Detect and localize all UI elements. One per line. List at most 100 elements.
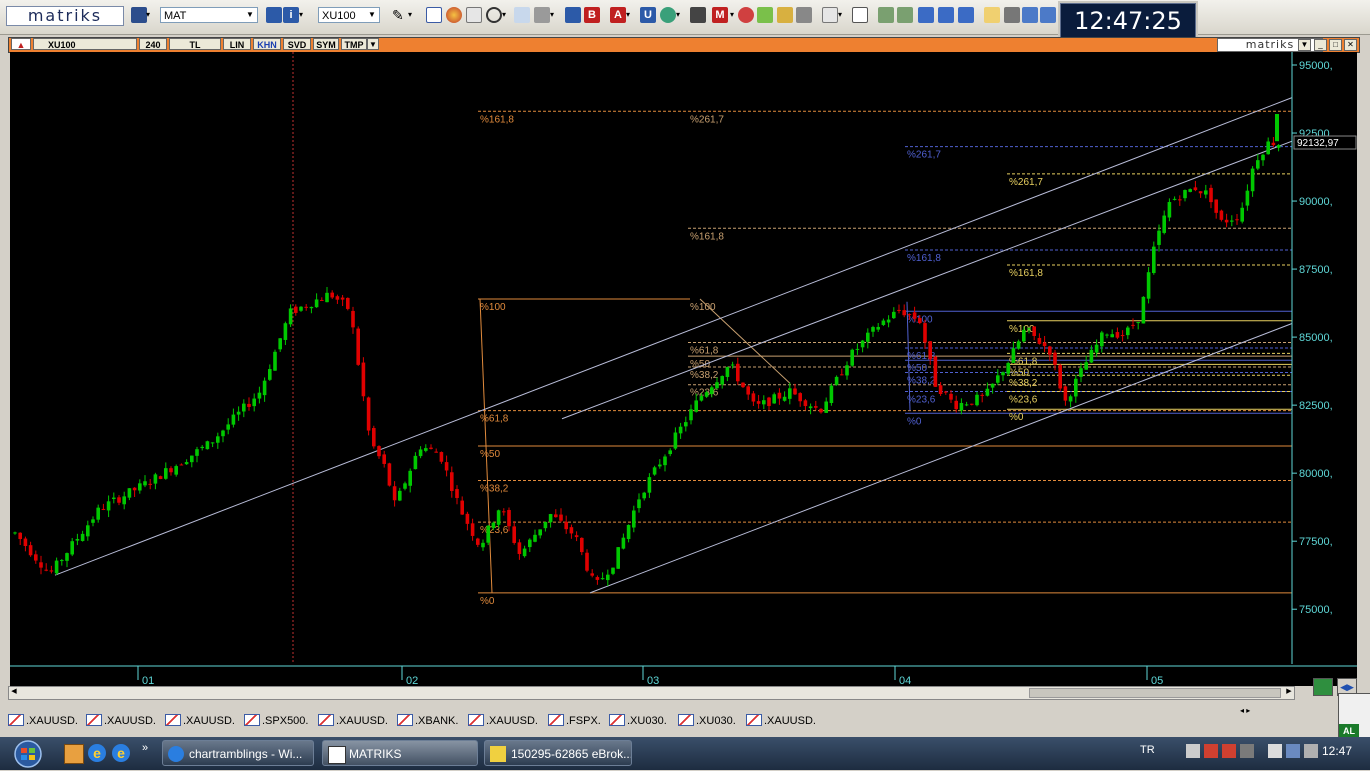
scroll-thumb[interactable] bbox=[1029, 688, 1281, 698]
window-icon[interactable] bbox=[266, 7, 282, 23]
chart-canvas[interactable]: %161,8%100%61,8%50%38,2%23,6%0%261,7%161… bbox=[10, 52, 1357, 686]
price-tick-label: 95000, bbox=[1299, 60, 1333, 72]
symbol-tab[interactable]: .SPX500. bbox=[244, 714, 308, 728]
alert-icon[interactable]: AL bbox=[1338, 693, 1370, 739]
news-icon[interactable] bbox=[777, 7, 793, 23]
close-icon[interactable]: ✕ bbox=[1344, 39, 1357, 51]
taskbar-item-matriks[interactable]: MATRIKS bbox=[322, 740, 478, 766]
symbol-tab[interactable]: .XAUUSD. bbox=[8, 714, 78, 728]
chevron-down-icon[interactable]: ▼ bbox=[367, 38, 379, 50]
chart-icon[interactable] bbox=[426, 7, 442, 23]
print-icon[interactable] bbox=[1004, 7, 1020, 23]
tmp-button[interactable]: TMP bbox=[341, 38, 367, 50]
network-icon[interactable] bbox=[1286, 744, 1300, 758]
window-menu-icon[interactable]: ▼ bbox=[1298, 39, 1311, 51]
scroll-left-icon[interactable]: ◀ bbox=[9, 687, 19, 697]
candle-body bbox=[216, 436, 220, 443]
mail-icon[interactable] bbox=[984, 7, 1000, 23]
chart-type-icon[interactable]: ▲ bbox=[11, 38, 31, 50]
ruler-dropdown-icon[interactable]: ▾ bbox=[550, 7, 558, 23]
template-select[interactable]: MAT ▼ bbox=[160, 7, 258, 23]
save-icon[interactable] bbox=[131, 7, 147, 23]
m-icon[interactable]: M bbox=[712, 7, 728, 23]
start-button-icon[interactable] bbox=[10, 740, 46, 768]
bank-icon[interactable] bbox=[565, 7, 581, 23]
sym-button[interactable]: SYM bbox=[313, 38, 339, 50]
chevron-down-icon[interactable]: ▼ bbox=[366, 9, 378, 21]
maximize-icon[interactable]: □ bbox=[1329, 39, 1342, 51]
tray-app2-icon[interactable] bbox=[1222, 744, 1236, 758]
minimize-icon[interactable]: _ bbox=[1314, 39, 1327, 51]
chevron-down-icon[interactable]: ▼ bbox=[244, 9, 256, 21]
panel3-icon[interactable] bbox=[958, 7, 974, 23]
svd-button[interactable]: SVD bbox=[283, 38, 311, 50]
grid-icon[interactable] bbox=[878, 7, 894, 23]
monitor2-icon[interactable] bbox=[1040, 7, 1056, 23]
taskbar-item-ebroker[interactable]: 150295-62865 eBrok... bbox=[484, 740, 632, 766]
panel2-icon[interactable] bbox=[938, 7, 954, 23]
copy-icon[interactable] bbox=[852, 7, 868, 23]
taskbar-clock[interactable]: 12:47 bbox=[1322, 744, 1352, 758]
signal-icon[interactable] bbox=[690, 7, 706, 23]
clock-icon[interactable] bbox=[486, 7, 502, 23]
symbol-tab[interactable]: .XAUUSD. bbox=[468, 714, 538, 728]
u-icon[interactable]: U bbox=[640, 7, 656, 23]
flag-icon[interactable] bbox=[1268, 744, 1282, 758]
symbol-select[interactable]: XU100 ▼ bbox=[318, 7, 380, 23]
khn-button[interactable]: KHN bbox=[253, 38, 281, 50]
a-icon[interactable]: A bbox=[610, 7, 626, 23]
symbol-tab[interactable]: .FSPX. bbox=[548, 714, 601, 728]
a-dropdown-icon[interactable]: ▾ bbox=[626, 7, 634, 23]
candlestick-chart[interactable]: %161,8 %100 %61,8 %50 %38,2 %23,6 %0 %261,7 %161… bbox=[10, 52, 1357, 686]
grid2-icon[interactable] bbox=[897, 7, 913, 23]
symbol-tab[interactable]: .XAUUSD. bbox=[86, 714, 156, 728]
chart-scrollbar[interactable]: ◀ ▶ bbox=[8, 686, 1295, 700]
list-icon[interactable] bbox=[822, 7, 838, 23]
monitor-icon[interactable] bbox=[1022, 7, 1038, 23]
symbol-tab[interactable]: .XBANK. bbox=[397, 714, 458, 728]
refresh-chart-icon[interactable] bbox=[1313, 678, 1333, 696]
ruler-icon[interactable] bbox=[534, 7, 550, 23]
ie-icon[interactable]: e bbox=[112, 744, 130, 762]
taskbar-item-browser[interactable]: chartramblings - Wi... bbox=[162, 740, 314, 766]
table-icon[interactable] bbox=[466, 7, 482, 23]
tray-app3-icon[interactable] bbox=[1240, 744, 1254, 758]
ie-icon[interactable]: e bbox=[88, 744, 106, 762]
candle-body bbox=[278, 338, 282, 350]
symbol-tab[interactable]: .XAUUSD. bbox=[746, 714, 816, 728]
symbol-tab[interactable]: .XAUUSD. bbox=[165, 714, 235, 728]
globe-dropdown-icon[interactable]: ▾ bbox=[676, 7, 684, 23]
symbol-tab[interactable]: .XAUUSD. bbox=[318, 714, 388, 728]
lin-button[interactable]: LIN bbox=[223, 38, 251, 50]
info-dropdown-icon[interactable]: ▾ bbox=[299, 7, 307, 23]
tl-button[interactable]: TL bbox=[169, 38, 221, 50]
period-field[interactable]: 240 bbox=[139, 38, 167, 50]
quicklaunch-more-icon[interactable]: » bbox=[142, 742, 148, 754]
tabs-scroll-icon[interactable]: ◂ ▸ bbox=[1240, 707, 1280, 715]
volume-icon[interactable] bbox=[1304, 744, 1318, 758]
pencil-icon[interactable]: ✎ bbox=[392, 7, 408, 23]
keyboard-icon[interactable] bbox=[1186, 744, 1200, 758]
symbol-tab[interactable]: .XU030. bbox=[678, 714, 736, 728]
symbol-field[interactable]: XU100 bbox=[33, 38, 137, 50]
pie-chart-icon[interactable] bbox=[446, 7, 462, 23]
m-dropdown-icon[interactable]: ▾ bbox=[730, 7, 738, 23]
scroll-right-icon[interactable]: ▶ bbox=[1284, 687, 1294, 697]
language-indicator[interactable]: TR bbox=[1140, 744, 1155, 756]
symbol-tab[interactable]: .XU030. bbox=[609, 714, 667, 728]
clock-dropdown-icon[interactable]: ▾ bbox=[502, 7, 510, 23]
calculator-icon[interactable] bbox=[514, 7, 530, 23]
b-icon[interactable]: B bbox=[584, 7, 600, 23]
folder-icon[interactable] bbox=[64, 744, 84, 764]
draw-dropdown-icon[interactable]: ▾ bbox=[408, 7, 416, 23]
save-dropdown-icon[interactable]: ▾ bbox=[146, 7, 154, 23]
user-icon[interactable] bbox=[796, 7, 812, 23]
info-icon[interactable]: i bbox=[283, 7, 299, 23]
eye-icon[interactable] bbox=[738, 7, 754, 23]
list-dropdown-icon[interactable]: ▾ bbox=[838, 7, 846, 23]
globe-icon[interactable] bbox=[660, 7, 676, 23]
candle-body bbox=[1006, 363, 1010, 374]
refresh-icon[interactable] bbox=[757, 7, 773, 23]
tray-app-icon[interactable] bbox=[1204, 744, 1218, 758]
panel-icon[interactable] bbox=[918, 7, 934, 23]
